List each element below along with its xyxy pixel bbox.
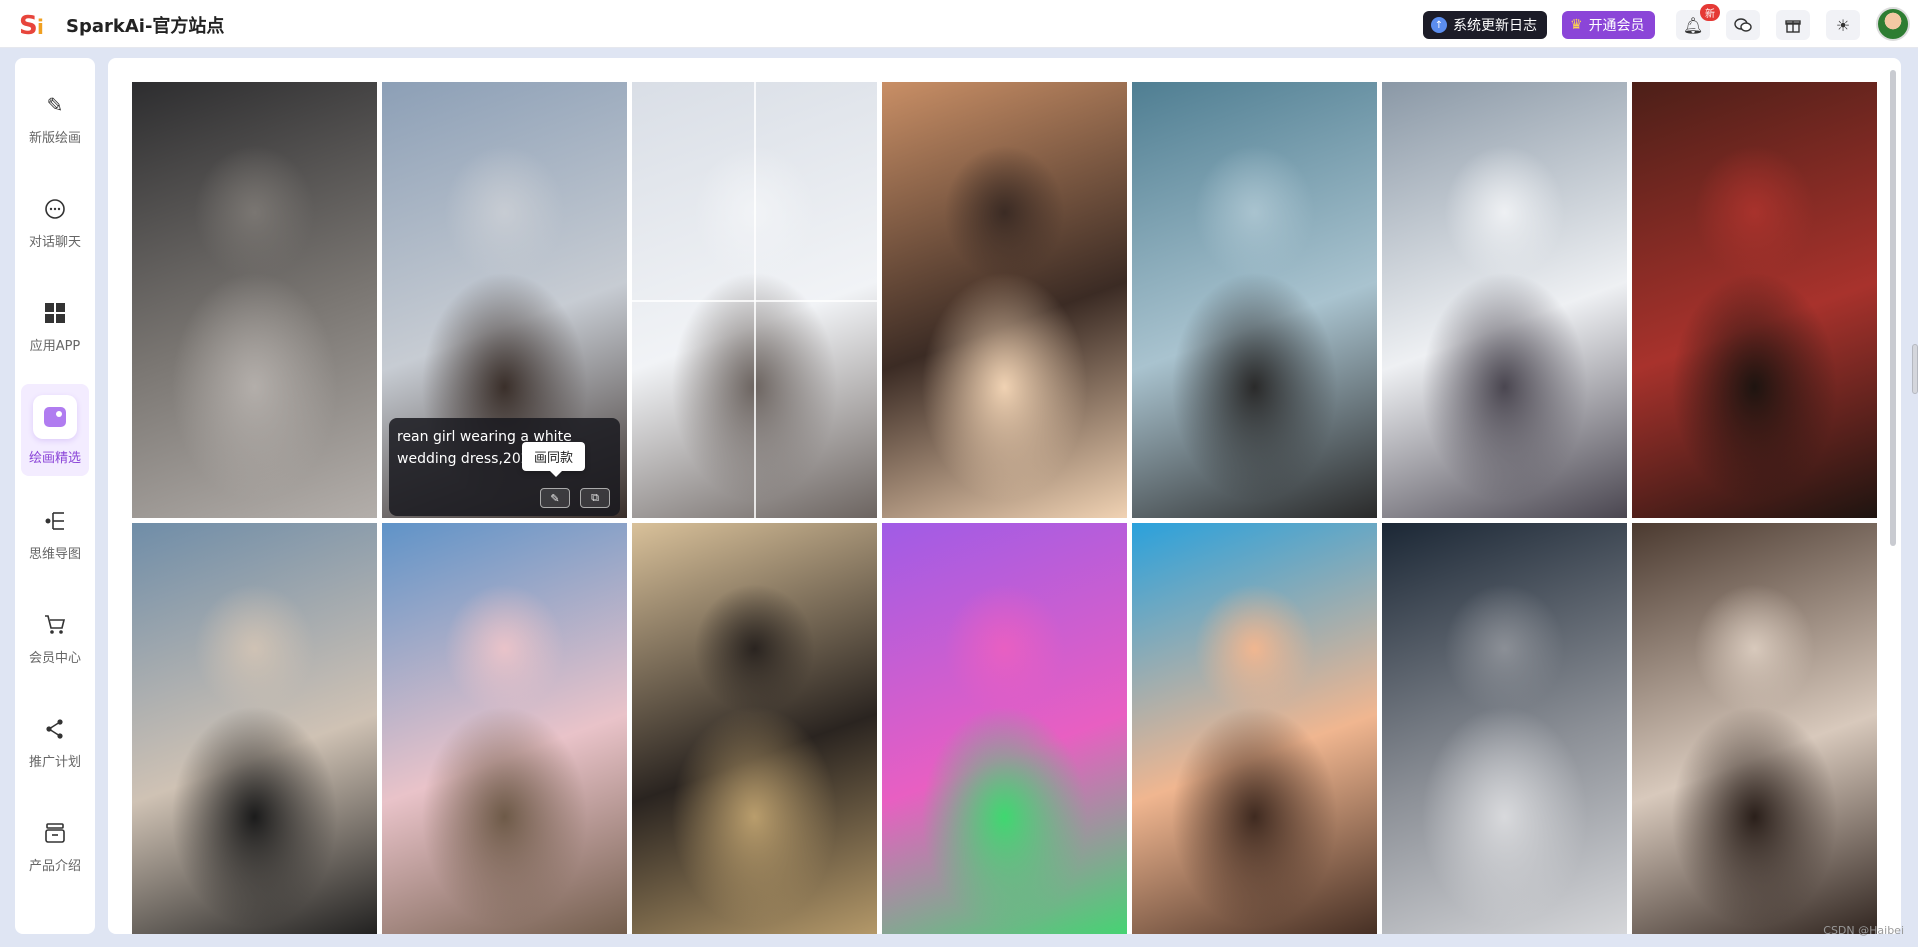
gallery-image-fill — [1132, 82, 1377, 518]
gallery-image-girl-window-white-dress[interactable] — [1632, 523, 1877, 934]
vip-button[interactable]: ♛ 开通会员 — [1562, 11, 1655, 39]
gallery-image-witch-black-dress[interactable] — [632, 523, 877, 934]
sidebar-item-member-center[interactable]: 会员中心 — [21, 596, 89, 680]
share-icon — [41, 715, 69, 743]
gallery-image-girl-sea-sky[interactable] — [1132, 82, 1377, 518]
gallery-image-3d-girl-ice-cream[interactable] — [1132, 523, 1377, 934]
grid-icon — [41, 299, 69, 327]
sidebar-item-label: 推广计划 — [28, 754, 81, 770]
sidebar-item-label: 应用APP — [29, 338, 81, 354]
cart-icon — [41, 611, 69, 639]
gallery-image-fill — [382, 523, 627, 934]
arrow-up-circle-icon: ↑ — [1431, 17, 1447, 33]
sidebar-item-label: 新版绘画 — [28, 130, 81, 146]
svg-text:S: S — [19, 11, 38, 40]
gallery-image-fill — [132, 523, 377, 934]
changelog-button[interactable]: ↑ 系统更新日志 — [1423, 11, 1547, 39]
draw-same-button[interactable]: ✎ — [540, 488, 570, 508]
gallery-image-fill — [1382, 82, 1627, 518]
product-icon — [41, 819, 69, 847]
changelog-label: 系统更新日志 — [1453, 18, 1537, 34]
sidebar-item-new-drawing[interactable]: ✎ 新版绘画 — [21, 76, 89, 160]
sidebar-item-label: 会员中心 — [28, 650, 81, 666]
mindmap-icon — [41, 507, 69, 535]
app-title: SparkAi-官方站点 — [66, 16, 225, 37]
sun-icon[interactable]: ☀ — [1826, 10, 1860, 40]
sidebar-item-gallery[interactable]: 绘画精选 — [21, 384, 89, 476]
gallery-image-girl-black-dress-shadow[interactable] — [132, 82, 377, 518]
sidebar-item-product-intro[interactable]: 产品介绍 — [21, 804, 89, 888]
sidebar-item-label: 产品介绍 — [28, 858, 81, 874]
brush-icon: ✎ — [46, 92, 64, 117]
gallery-image-3d-girl-purple-hair[interactable] — [882, 523, 1127, 934]
sidebar-item-apps[interactable]: 应用APP — [21, 284, 89, 368]
gallery-image-fill — [1382, 523, 1627, 934]
sidebar: ✎ 新版绘画 对话聊天 应用APP 绘画精选 思维导图 会员中心 推广计划 产品… — [15, 58, 95, 934]
crown-icon: ♛ — [1570, 17, 1583, 33]
gallery-image-girl-sunset-portrait[interactable] — [882, 82, 1127, 518]
draw-same-tooltip: 画同款 — [522, 442, 586, 477]
gallery-image-fill — [132, 82, 377, 518]
sidebar-item-label: 绘画精选 — [28, 450, 81, 466]
logo-icon[interactable]: S i — [18, 8, 52, 40]
gallery-image-fill — [882, 523, 1127, 934]
gallery-image-fill — [882, 82, 1127, 518]
gallery-image-fill — [1632, 523, 1877, 934]
sidebar-item-chat[interactable]: 对话聊天 — [21, 180, 89, 264]
avatar[interactable] — [1876, 7, 1910, 41]
page-scroll-handle[interactable] — [1912, 344, 1918, 394]
draw-same-icon: ✎ — [550, 491, 560, 505]
sidebar-item-label: 思维导图 — [28, 546, 81, 562]
collage-divider — [632, 300, 877, 302]
gallery-scrollbar[interactable] — [1890, 70, 1896, 546]
chat-icon — [41, 195, 69, 223]
new-badge: 新 — [1700, 4, 1720, 21]
gallery-image-fill — [632, 523, 877, 934]
wechat-icon[interactable] — [1726, 10, 1760, 40]
svg-text:i: i — [37, 15, 44, 39]
gallery-image-wedding-collage[interactable] — [632, 82, 877, 518]
gift-icon[interactable] — [1776, 10, 1810, 40]
watermark: CSDN @Haibei — [1823, 924, 1904, 937]
sidebar-item-label: 对话聊天 — [28, 234, 81, 250]
sidebar-item-promotion[interactable]: 推广计划 — [21, 700, 89, 784]
gallery-panel — [108, 58, 1901, 934]
sidebar-item-mindmap[interactable]: 思维导图 — [21, 492, 89, 576]
vip-label: 开通会员 — [1588, 18, 1645, 34]
gallery-image-girl-white-gown[interactable] — [1382, 82, 1627, 518]
gallery-image-fill — [1632, 82, 1877, 518]
gallery-image-girl-beach-bikini[interactable] — [132, 523, 377, 934]
copy-icon: ⧉ — [591, 491, 599, 504]
gallery-image-astronaut-moon[interactable] — [1382, 523, 1627, 934]
gallery-image-fill — [1132, 523, 1377, 934]
top-header: S i SparkAi-官方站点 ↑ 系统更新日志 ♛ 开通会员 🔔︎ 新 ☀ — [0, 0, 1918, 48]
copy-prompt-button[interactable]: ⧉ — [580, 488, 610, 508]
gallery-image-girl-red-dress-christmas[interactable] — [1632, 82, 1877, 518]
gallery-image-anime-girl-umbrella[interactable] — [382, 523, 627, 934]
gallery-icon — [33, 394, 77, 439]
